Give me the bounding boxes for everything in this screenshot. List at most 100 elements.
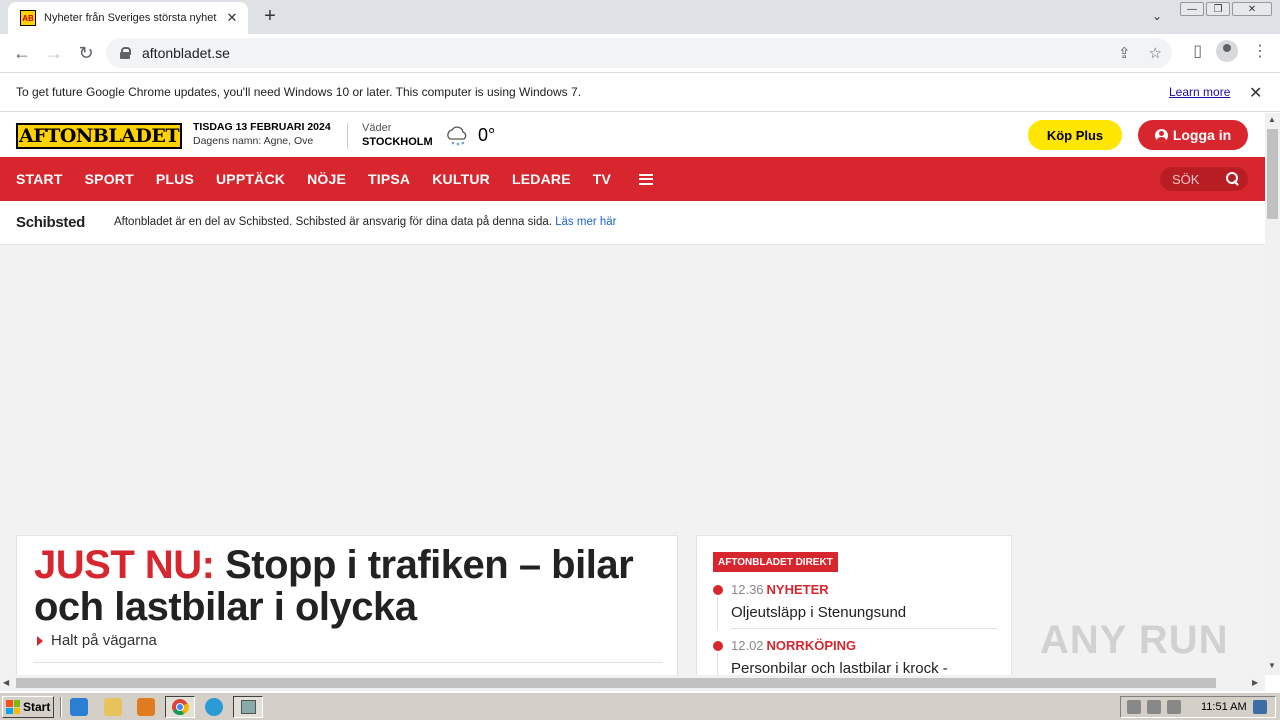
card-divider	[33, 662, 663, 663]
update-infobar: To get future Google Chrome updates, you…	[0, 72, 1280, 112]
infobar-close-icon[interactable]: ✕	[1249, 83, 1262, 103]
direkt-time: 12.02	[731, 638, 764, 653]
main-story-card[interactable]: JUST NU: Stopp i trafiken – bilar och la…	[16, 535, 678, 675]
minimize-button[interactable]: —	[1180, 2, 1204, 16]
tab-title: Nyheter från Sveriges största nyhet	[44, 12, 217, 24]
live-dot-icon	[713, 641, 723, 651]
nav-item-start[interactable]: START	[16, 171, 63, 187]
nav-item-plus[interactable]: PLUS	[156, 171, 194, 187]
learn-more-link[interactable]: Learn more	[1169, 85, 1230, 99]
timeline-line	[717, 652, 718, 675]
site-header: AFTONBLADET TISDAG 13 FEBRUARI 2024 Dage…	[0, 113, 1265, 157]
browser-tab-strip: AB Nyheter från Sveriges största nyhet ✕…	[0, 0, 1280, 34]
nav-item-noje[interactable]: NÖJE	[307, 171, 346, 187]
internet-explorer-icon[interactable]	[70, 698, 88, 716]
current-date: TISDAG 13 FEBRUARI 2024	[193, 121, 331, 133]
name-day: Dagens namn: Agne, Ove	[193, 135, 314, 147]
schibsted-notice-text: Aftonbladet är en del av Schibsted. Schi…	[114, 216, 617, 228]
tab-close-icon[interactable]: ✕	[224, 10, 240, 26]
direkt-category: NORRKÖPING	[766, 638, 857, 653]
scroll-down-arrow-icon[interactable]: ▼	[1268, 661, 1276, 670]
read-more-link[interactable]: Läs mer här	[555, 216, 616, 228]
system-tray: 11:51 AM	[1120, 696, 1276, 718]
close-window-button[interactable]: ✕	[1232, 2, 1272, 16]
horizontal-scroll-thumb[interactable]	[16, 678, 1216, 688]
main-navigation: START SPORT PLUS UPPTÄCK NÖJE TIPSA KULT…	[0, 157, 1265, 201]
start-button[interactable]: Start	[2, 696, 54, 718]
search-icon[interactable]	[1226, 172, 1240, 186]
start-label: Start	[23, 700, 51, 714]
profile-avatar-icon[interactable]	[1216, 40, 1238, 62]
new-tab-button[interactable]: +	[260, 5, 280, 28]
back-arrow-icon[interactable]: ←	[6, 37, 38, 69]
media-player-icon[interactable]	[137, 698, 155, 716]
direkt-meta: 12.02 NORRKÖPING	[731, 638, 856, 653]
side-panel-icon[interactable]: ▯	[1193, 41, 1202, 61]
buy-plus-button[interactable]: Köp Plus	[1028, 120, 1122, 150]
search-label: SÖK	[1172, 171, 1200, 187]
forward-arrow-icon[interactable]: →	[38, 37, 70, 69]
bookmark-star-icon[interactable]: ☆	[1149, 44, 1162, 62]
show-desktop-icon[interactable]	[1252, 700, 1267, 714]
window-controls: — ❐ ✕	[1180, 2, 1272, 16]
anyrun-watermark: ANY RUN	[1040, 618, 1229, 662]
taskbar-clock[interactable]: 11:51 AM	[1201, 701, 1247, 713]
chrome-icon	[172, 699, 189, 716]
menu-kebab-icon[interactable]: ⋮	[1252, 41, 1268, 61]
ad-placeholder	[0, 246, 1265, 536]
browser-tab[interactable]: AB Nyheter från Sveriges största nyhet ✕	[8, 2, 248, 34]
windows-logo-icon	[6, 700, 20, 714]
cloud-snow-icon[interactable]	[444, 125, 470, 147]
restore-button[interactable]: ❐	[1206, 2, 1230, 16]
nav-item-tv[interactable]: TV	[593, 171, 611, 187]
scroll-right-arrow-icon[interactable]: ▶	[1252, 678, 1258, 687]
infobar-message: To get future Google Chrome updates, you…	[16, 85, 582, 99]
weather-label[interactable]: Väder	[362, 122, 391, 134]
url-text[interactable]: aftonbladet.se	[142, 45, 230, 61]
app-icon	[241, 700, 256, 714]
direkt-divider	[731, 628, 997, 629]
direkt-badge[interactable]: AFTONBLADET DIREKT	[713, 552, 838, 572]
nav-item-kultur[interactable]: KULTUR	[432, 171, 490, 187]
volume-icon[interactable]	[1127, 700, 1141, 714]
address-bar[interactable]: aftonbladet.se ⇪ ☆	[106, 38, 1172, 68]
network-icon[interactable]	[1147, 700, 1161, 714]
search-input[interactable]: SÖK	[1160, 167, 1248, 191]
login-label: Logga in	[1172, 127, 1232, 143]
weather-city[interactable]: STOCKHOLM	[362, 136, 433, 148]
direkt-meta: 12.36 NYHETER	[731, 582, 829, 597]
direkt-title: Personbilar och lastbilar i krock -	[731, 660, 948, 675]
tab-search-chevron-icon[interactable]: ⌄	[1152, 9, 1162, 23]
action-center-flag-icon[interactable]	[1167, 700, 1181, 714]
nav-item-sport[interactable]: SPORT	[85, 171, 134, 187]
nav-item-ledare[interactable]: LEDARE	[512, 171, 571, 187]
scroll-left-arrow-icon[interactable]: ◀	[3, 678, 9, 687]
reload-icon[interactable]: ↻	[70, 37, 102, 69]
schibsted-logo[interactable]: Schibsted	[16, 214, 85, 231]
lock-icon[interactable]	[120, 47, 131, 59]
taskbar-separator	[60, 697, 62, 717]
temperature[interactable]: 0°	[478, 125, 495, 146]
app-taskbar-button[interactable]	[233, 696, 263, 718]
hamburger-menu-icon[interactable]	[639, 173, 654, 185]
file-explorer-icon[interactable]	[104, 698, 122, 716]
edge-icon[interactable]	[205, 698, 223, 716]
chrome-taskbar-button[interactable]	[165, 696, 195, 718]
direkt-category: NYHETER	[766, 582, 829, 597]
horizontal-scrollbar[interactable]: ◀ ▶	[0, 675, 1265, 691]
share-icon[interactable]: ⇪	[1118, 44, 1131, 62]
breaking-prefix: JUST NU:	[34, 543, 215, 587]
nav-item-tipsa[interactable]: TIPSA	[368, 171, 410, 187]
main-headline[interactable]: JUST NU: Stopp i trafiken – bilar och la…	[34, 544, 664, 628]
user-icon	[1154, 128, 1168, 142]
subhead-text: Halt på vägarna	[51, 632, 157, 649]
vertical-scrollbar[interactable]: ▲ ▼	[1265, 113, 1280, 675]
scroll-up-arrow-icon[interactable]: ▲	[1268, 115, 1276, 124]
nav-item-upptack[interactable]: UPPTÄCK	[216, 171, 285, 187]
vertical-scroll-thumb[interactable]	[1267, 129, 1278, 219]
aftonbladet-logo[interactable]: AFTONBLADET	[16, 123, 182, 149]
login-button[interactable]: Logga in	[1138, 120, 1248, 150]
live-dot-icon	[713, 585, 723, 595]
aftonbladet-favicon-icon: AB	[20, 10, 36, 26]
story-subhead[interactable]: Halt på vägarna	[37, 632, 157, 649]
